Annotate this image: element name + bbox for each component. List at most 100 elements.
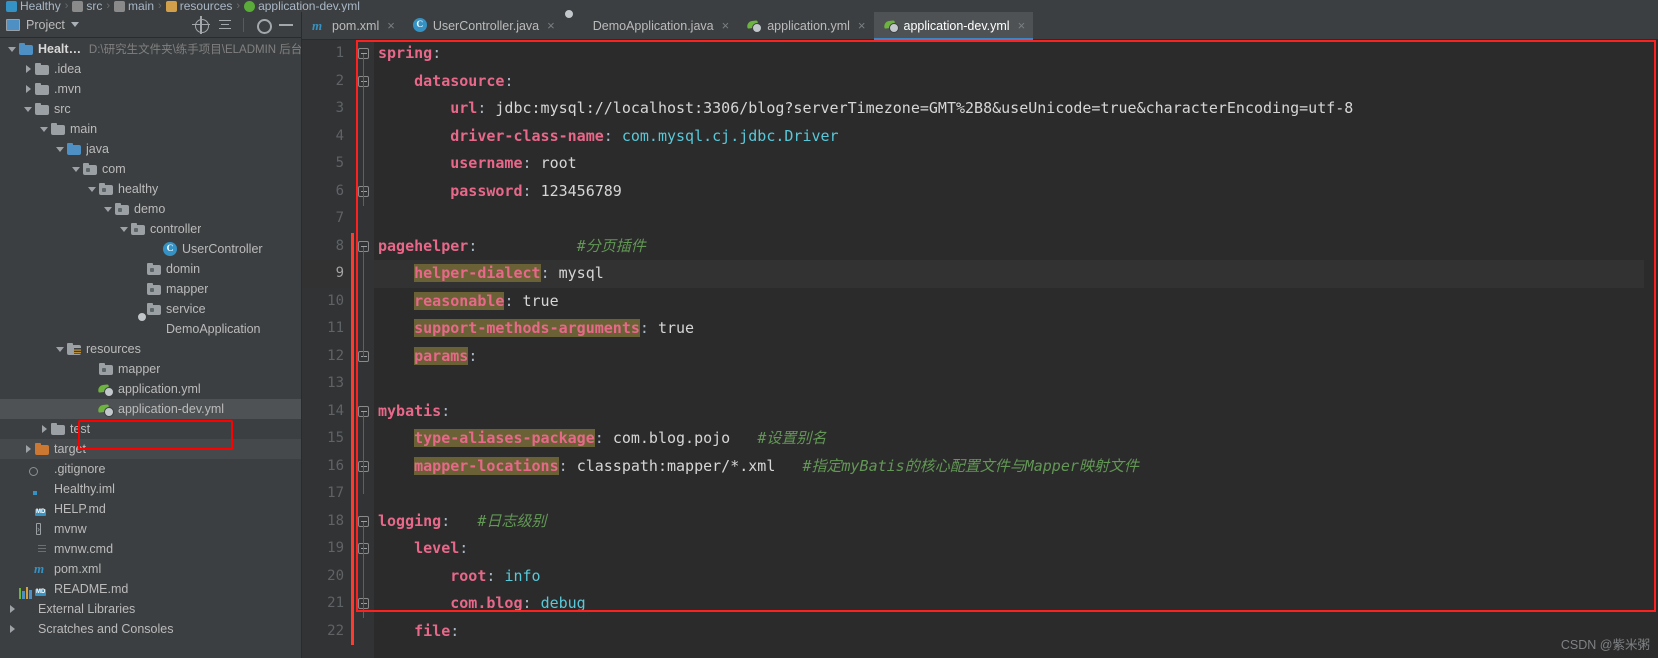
code-line[interactable]: spring: <box>374 40 1658 68</box>
tree-item-healthy[interactable]: Healthy D:\研究生文件夹\练手项目\ELADMIN 后台 <box>0 39 301 59</box>
tree-item-healthy[interactable]: healthy <box>0 179 301 199</box>
tree-item-readme-md[interactable]: README.md <box>0 579 301 599</box>
chevron-right-icon[interactable] <box>38 419 50 439</box>
code-line[interactable]: helper-dialect: mysql <box>374 260 1658 288</box>
tree-item-label: com <box>102 162 126 176</box>
code-content[interactable]: spring: datasource: url: jdbc:mysql://lo… <box>374 40 1658 658</box>
chevron-down-icon[interactable] <box>118 219 130 239</box>
tree-item-label: External Libraries <box>38 602 136 616</box>
tree-item-demoapplication[interactable]: DemoApplication <box>0 319 301 339</box>
tree-item-external-libraries[interactable]: External Libraries <box>0 587 301 619</box>
chevron-down-icon[interactable] <box>70 159 82 179</box>
package-icon <box>146 261 162 277</box>
tree-item-com[interactable]: com <box>0 159 301 179</box>
tree-item-idea[interactable]: .idea <box>0 59 301 79</box>
chevron-right-icon[interactable] <box>22 79 34 99</box>
tree-item-mvnw-cmd[interactable]: mvnw.cmd <box>0 539 301 559</box>
tree-item-main[interactable]: main <box>0 119 301 139</box>
locate-icon[interactable] <box>192 15 210 34</box>
code-line[interactable]: params: <box>374 343 1658 371</box>
tree-item-gitignore[interactable]: .gitignore <box>0 459 301 479</box>
code-line[interactable]: url: jdbc:mysql://localhost:3306/blog?se… <box>374 95 1658 123</box>
code-line[interactable]: logging: #日志级别 <box>374 508 1658 536</box>
close-icon[interactable]: × <box>858 19 866 32</box>
code-line[interactable]: mybatis: <box>374 398 1658 426</box>
chevron-down-icon[interactable] <box>54 339 66 359</box>
close-icon[interactable]: × <box>722 19 730 32</box>
code-line[interactable]: password: 123456789 <box>374 178 1658 206</box>
breadcrumb-item[interactable]: application-dev.yml <box>244 0 360 12</box>
tree-item-mapper[interactable]: mapper <box>0 279 301 299</box>
tree-item-help-md[interactable]: HELP.md <box>0 499 301 519</box>
tree-item-test[interactable]: test <box>0 419 301 439</box>
tree-item-controller[interactable]: controller <box>0 219 301 239</box>
folder-icon <box>72 0 84 12</box>
tree-item-application-dev-yml[interactable]: application-dev.yml <box>0 399 301 419</box>
code-line[interactable]: support-methods-arguments: true <box>374 315 1658 343</box>
code-line[interactable]: level: <box>374 535 1658 563</box>
editor-tab-bar: m pom.xml × C UserController.java × DemoApplic… <box>302 12 1658 40</box>
close-icon[interactable]: × <box>547 19 555 32</box>
chevron-right-icon[interactable] <box>22 59 34 79</box>
line-number: 5 <box>335 155 344 171</box>
code-line[interactable]: datasource: <box>374 68 1658 96</box>
yaml-key: driver-class-name <box>450 126 604 145</box>
tree-item-demo[interactable]: demo <box>0 199 301 219</box>
close-icon[interactable]: × <box>1018 19 1026 32</box>
tree-item-mvn[interactable]: .mvn <box>0 79 301 99</box>
breadcrumb-item[interactable]: Healthy <box>6 0 61 12</box>
chevron-down-icon[interactable] <box>22 99 34 119</box>
chevron-down-icon[interactable] <box>70 22 79 27</box>
chevron-right-icon[interactable] <box>6 619 18 639</box>
yaml-comment: #指定myBatis的核心配置文件与Mapper映射文件 <box>802 456 1139 475</box>
code-line[interactable] <box>374 480 1658 508</box>
chevron-down-icon[interactable] <box>54 139 66 159</box>
code-folding-gutter[interactable] <box>354 40 374 658</box>
tree-item-service[interactable]: service <box>0 299 301 319</box>
tree-item-usercontroller[interactable]: C UserController <box>0 239 301 259</box>
chevron-right-icon[interactable] <box>22 439 34 459</box>
gear-icon[interactable] <box>253 16 272 34</box>
tree-item-target[interactable]: target <box>0 439 301 459</box>
code-line[interactable]: pagehelper: #分页插件 <box>374 233 1658 261</box>
code-line[interactable]: com.blog: debug <box>374 590 1658 618</box>
code-editor[interactable]: 1 2 3 4 5 6 7 8 9 10 11 12 13 14 15 16 17 18 19 20 21 22 spri… <box>302 40 1658 658</box>
tree-item-resources[interactable]: resources <box>0 339 301 359</box>
chevron-down-icon[interactable] <box>6 39 18 59</box>
code-line[interactable]: username: root <box>374 150 1658 178</box>
hide-icon[interactable] <box>277 16 295 34</box>
chevron-down-icon[interactable] <box>86 179 98 199</box>
close-icon[interactable]: × <box>387 19 395 32</box>
code-line[interactable]: driver-class-name: com.mysql.cj.jdbc.Dri… <box>374 123 1658 151</box>
code-line[interactable]: file: <box>374 618 1658 646</box>
collapse-all-icon[interactable] <box>216 16 234 34</box>
editor-tab-pom-xml[interactable]: m pom.xml × <box>302 12 403 39</box>
code-line[interactable]: reasonable: true <box>374 288 1658 316</box>
breadcrumb-item[interactable]: resources <box>165 0 232 12</box>
tree-item-label: domin <box>166 262 201 276</box>
tree-item-domin[interactable]: domin <box>0 259 301 279</box>
chevron-right-icon[interactable] <box>6 599 18 619</box>
editor-tab-usercontroller-java[interactable]: C UserController.java × <box>403 12 563 39</box>
chevron-down-icon[interactable] <box>38 119 50 139</box>
code-line[interactable] <box>374 370 1658 398</box>
package-icon <box>98 181 114 197</box>
chevron-down-icon[interactable] <box>102 199 114 219</box>
breadcrumb-item[interactable]: src <box>72 0 102 12</box>
tree-item-mapper[interactable]: mapper <box>0 359 301 379</box>
breadcrumb-item[interactable]: main <box>114 0 154 12</box>
code-line[interactable] <box>374 205 1658 233</box>
tree-item-src[interactable]: src <box>0 99 301 119</box>
code-line[interactable]: type-aliases-package: com.blog.pojo #设置别… <box>374 425 1658 453</box>
tree-item-healthy-iml[interactable]: Healthy.iml <box>0 479 301 499</box>
tree-item-mvnw[interactable]: › mvnw <box>0 519 301 539</box>
tree-item-scratches-and-consoles[interactable]: Scratches and Consoles <box>0 619 301 639</box>
editor-tab-application-dev-yml[interactable]: application-dev.yml × <box>873 12 1034 40</box>
code-line[interactable]: root: info <box>374 563 1658 591</box>
code-line[interactable]: mapper-locations: classpath:mapper/*.xml… <box>374 453 1658 481</box>
editor-tab-application-yml[interactable]: application.yml × <box>737 12 873 39</box>
tree-item-application-yml[interactable]: application.yml <box>0 379 301 399</box>
editor-tab-demoapplication-java[interactable]: DemoApplication.java × <box>563 12 738 39</box>
tree-item-pom-xml[interactable]: m pom.xml <box>0 559 301 579</box>
tree-item-java[interactable]: java <box>0 139 301 159</box>
